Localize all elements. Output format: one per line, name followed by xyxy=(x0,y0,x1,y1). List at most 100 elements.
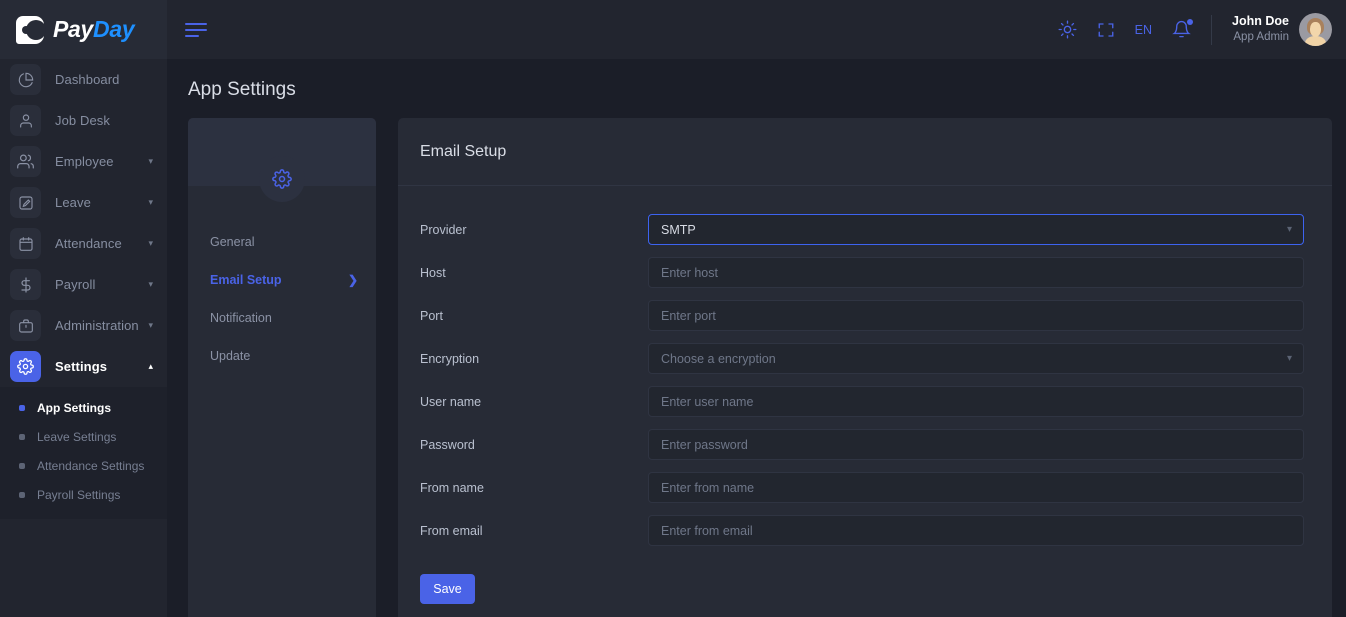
submenu-item-payroll-settings[interactable]: Payroll Settings xyxy=(0,480,167,509)
page-title: App Settings xyxy=(188,79,296,100)
gear-icon xyxy=(259,156,305,202)
pie-chart-icon xyxy=(10,64,41,95)
briefcase-icon xyxy=(10,310,41,341)
brand-wordmark: PayDay xyxy=(53,16,135,43)
password-placeholder: Enter password xyxy=(661,437,748,452)
port-placeholder: Enter port xyxy=(661,308,716,323)
user-name-input[interactable]: Enter user name xyxy=(648,386,1304,417)
password-input[interactable]: Enter password xyxy=(648,429,1304,460)
settings-tab-general[interactable]: General xyxy=(188,223,376,261)
email-setup-header: Email Setup xyxy=(398,118,1332,186)
edit-square-icon xyxy=(10,187,41,218)
form-row-user-name: User name Enter user name xyxy=(398,380,1332,423)
sidebar-item-leave[interactable]: Leave ▾ xyxy=(0,182,167,223)
encryption-placeholder: Choose a encryption xyxy=(661,351,776,366)
sidebar-item-label: Job Desk xyxy=(55,113,110,128)
user-profile-menu[interactable]: John Doe App Admin xyxy=(1232,13,1332,46)
submenu-item-label: Payroll Settings xyxy=(37,487,121,502)
settings-tab-label: Update xyxy=(210,349,251,363)
submenu-item-leave-settings[interactable]: Leave Settings xyxy=(0,422,167,451)
form-row-port: Port Enter port xyxy=(398,294,1332,337)
calendar-icon xyxy=(10,228,41,259)
sidebar-item-label: Employee xyxy=(55,154,114,169)
avatar[interactable] xyxy=(1299,13,1332,46)
chevron-down-icon: ▾ xyxy=(148,320,153,330)
field-label: Provider xyxy=(420,222,467,237)
settings-side-panel: General Email Setup ❯ Notification Updat… xyxy=(188,118,376,617)
settings-tab-notification[interactable]: Notification xyxy=(188,299,376,337)
sun-icon[interactable] xyxy=(1058,20,1077,39)
user-icon xyxy=(10,105,41,136)
provider-value: SMTP xyxy=(661,222,696,237)
user-info: John Doe App Admin xyxy=(1232,13,1289,45)
settings-tab-update[interactable]: Update xyxy=(188,337,376,375)
from-name-input[interactable]: Enter from name xyxy=(648,472,1304,503)
chevron-down-icon: ▾ xyxy=(1286,224,1292,235)
page-scrollbar[interactable] xyxy=(1338,59,1346,617)
submenu-item-attendance-settings[interactable]: Attendance Settings xyxy=(0,451,167,480)
host-input[interactable]: Enter host xyxy=(648,257,1304,288)
dollar-icon xyxy=(10,269,41,300)
sidebar-item-payroll[interactable]: Payroll ▾ xyxy=(0,264,167,305)
bullet-icon xyxy=(19,491,25,498)
brand-pay-text: Pay xyxy=(53,16,94,42)
settings-tab-label: General xyxy=(210,235,255,249)
settings-panel-list: General Email Setup ❯ Notification Updat… xyxy=(188,186,376,375)
save-button[interactable]: Save xyxy=(420,574,475,604)
top-bar: PayDay EN John Doe App Admin xyxy=(0,0,1346,59)
users-icon xyxy=(10,146,41,177)
bullet-icon xyxy=(19,404,25,411)
gear-icon xyxy=(10,351,41,382)
chevron-down-icon: ▾ xyxy=(148,197,153,207)
submenu-item-label: App Settings xyxy=(37,400,111,415)
sidebar-item-administration[interactable]: Administration ▾ xyxy=(0,305,167,346)
field-label: Host xyxy=(420,265,446,280)
host-placeholder: Enter host xyxy=(661,265,718,280)
form-row-host: Host Enter host xyxy=(398,251,1332,294)
encryption-select[interactable]: Choose a encryption ▾ xyxy=(648,343,1304,374)
payday-logo-icon xyxy=(16,15,46,44)
submenu-item-label: Attendance Settings xyxy=(37,458,145,473)
form-row-encryption: Encryption Choose a encryption ▾ xyxy=(398,337,1332,380)
brand-logo[interactable]: PayDay xyxy=(0,0,167,59)
sidebar-item-dashboard[interactable]: Dashboard xyxy=(0,59,167,100)
sidebar-item-attendance[interactable]: Attendance ▾ xyxy=(0,223,167,264)
settings-tab-label: Notification xyxy=(210,311,272,325)
user-role: App Admin xyxy=(1233,31,1289,44)
bell-icon[interactable] xyxy=(1172,19,1194,39)
provider-select[interactable]: SMTP ▾ xyxy=(648,214,1304,245)
fullscreen-icon[interactable] xyxy=(1097,21,1115,39)
sidebar-item-settings[interactable]: Settings ▴ xyxy=(0,346,167,387)
sidebar-item-label: Attendance xyxy=(55,236,122,251)
notification-badge xyxy=(1187,19,1194,25)
submenu-item-app-settings[interactable]: App Settings xyxy=(0,393,167,422)
from-email-input[interactable]: Enter from email xyxy=(648,515,1304,546)
sidebar-item-employee[interactable]: Employee ▾ xyxy=(0,141,167,182)
brand-day-text: Day xyxy=(93,16,135,42)
card-title: Email Setup xyxy=(420,142,507,160)
chevron-down-icon: ▾ xyxy=(148,156,153,166)
top-bar-actions: EN John Doe App Admin xyxy=(1058,13,1332,46)
port-input[interactable]: Enter port xyxy=(648,300,1304,331)
language-selector[interactable]: EN xyxy=(1135,23,1152,37)
sidebar: Dashboard Job Desk Employee ▾ Leave ▾ At… xyxy=(0,59,167,617)
form-row-from-email: From email Enter from email xyxy=(398,509,1332,552)
divider xyxy=(1211,14,1213,45)
bullet-icon xyxy=(19,462,25,469)
sidebar-item-label: Dashboard xyxy=(55,72,120,87)
sidebar-item-job-desk[interactable]: Job Desk xyxy=(0,100,167,141)
chevron-down-icon: ▾ xyxy=(148,238,153,248)
settings-submenu: App Settings Leave Settings Attendance S… xyxy=(0,387,167,519)
sidebar-item-label: Administration xyxy=(55,318,139,333)
hamburger-menu-icon[interactable] xyxy=(185,22,207,37)
chevron-down-icon: ▾ xyxy=(1286,353,1292,364)
field-label: From name xyxy=(420,480,484,495)
email-setup-form: Provider SMTP ▾ Host Enter host Port Ent… xyxy=(398,186,1332,604)
chevron-up-icon: ▴ xyxy=(148,361,153,371)
field-label: Password xyxy=(420,437,475,452)
settings-panel-icon-wrap xyxy=(188,156,376,202)
settings-tab-email-setup[interactable]: Email Setup ❯ xyxy=(188,261,376,299)
content-area: General Email Setup ❯ Notification Updat… xyxy=(188,118,1332,617)
field-label: User name xyxy=(420,394,482,409)
from-name-placeholder: Enter from name xyxy=(661,480,755,495)
